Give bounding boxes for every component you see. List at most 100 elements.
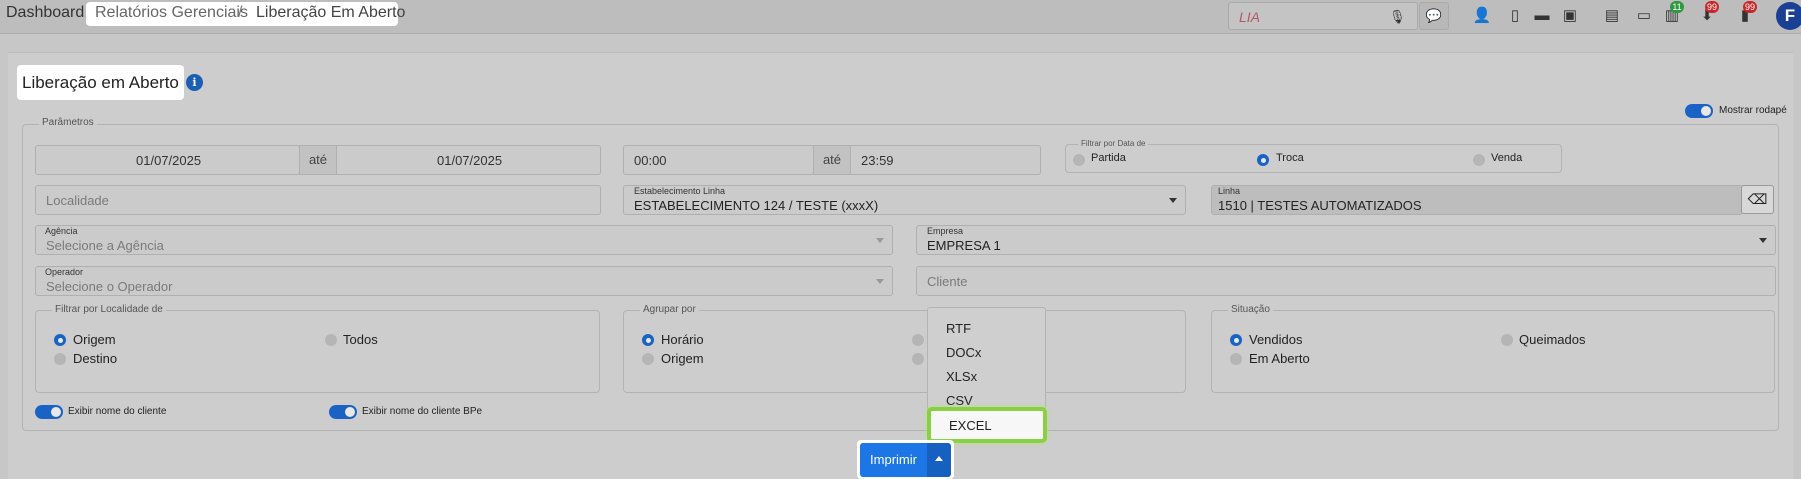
- export-docx[interactable]: DOCx: [946, 345, 981, 360]
- agrupar-group: [623, 310, 1186, 393]
- chevron-down-icon: [876, 238, 884, 243]
- radio-queimados[interactable]: [1501, 334, 1513, 346]
- radio-vendidos[interactable]: [1230, 334, 1242, 346]
- download-icon[interactable]: ⬇ 99: [1697, 1, 1720, 26]
- cliente-placeholder: Cliente: [927, 274, 968, 289]
- radio-venda[interactable]: [1473, 154, 1485, 166]
- radio-todos[interactable]: [325, 334, 337, 346]
- chevron-down-icon: [876, 279, 884, 284]
- agencia-placeholder: Selecione a Agência: [46, 238, 164, 253]
- export-csv[interactable]: CSV: [946, 393, 973, 408]
- time-sep: até: [813, 145, 851, 175]
- user-key-icon[interactable]: 👤: [1472, 6, 1492, 26]
- radio-origem[interactable]: [54, 334, 66, 346]
- page-title: Liberação em Aberto: [22, 73, 179, 92]
- radio-em-aberto[interactable]: [1230, 353, 1242, 365]
- radio-troca-label: Troca: [1276, 152, 1304, 164]
- export-excel-label: EXCEL: [949, 418, 992, 433]
- radio-todos-label: Todos: [343, 332, 378, 347]
- radio-agrupar-origem-label: Origem: [661, 351, 704, 366]
- date-end-value: 01/07/2025: [437, 153, 503, 168]
- print-button[interactable]: Imprimir: [860, 443, 927, 477]
- top-bar: Dashboard Relatórios Gerenciais / Libera…: [0, 0, 1801, 34]
- radio-destino[interactable]: [54, 353, 66, 365]
- localidade-placeholder: Localidade: [46, 193, 109, 208]
- estabelecimento-label: Estabelecimento Linha: [634, 186, 726, 196]
- ticket-icon[interactable]: ▬: [1532, 6, 1552, 26]
- toggle-cliente-bpe-label: Exibir nome do cliente BPe: [362, 406, 483, 417]
- save-icon[interactable]: ▣: [1560, 6, 1580, 26]
- mobile-icon[interactable]: ▯: [1505, 6, 1525, 26]
- toggle-cliente[interactable]: [35, 405, 63, 419]
- footer-toggle[interactable]: [1685, 104, 1713, 118]
- export-excel[interactable]: EXCEL: [927, 407, 1047, 443]
- agencia-label: Agência: [45, 226, 78, 236]
- estabelecimento-select[interactable]: Estabelecimento Linha ESTABELECIMENTO 12…: [623, 185, 1186, 215]
- time-end-value: 23:59: [861, 153, 894, 168]
- print-dropdown-toggle[interactable]: [927, 443, 951, 477]
- linha-value: 1510 | TESTES AUTOMATIZADOS: [1218, 198, 1422, 213]
- time-end-input[interactable]: 23:59: [850, 145, 1041, 175]
- breadcrumb-dashboard[interactable]: Dashboard: [6, 4, 84, 22]
- linha-field[interactable]: Linha 1510 | TESTES AUTOMATIZADOS: [1211, 185, 1743, 215]
- filtro-localidade-group: [35, 310, 600, 393]
- linha-label: Linha: [1218, 186, 1241, 196]
- avatar[interactable]: F: [1776, 2, 1801, 30]
- radio-em-aberto-label: Em Aberto: [1249, 351, 1310, 366]
- info-icon[interactable]: i: [186, 74, 203, 91]
- situacao-legend: Situação: [1228, 304, 1273, 315]
- document-badge: 99: [1743, 1, 1758, 13]
- microphone-icon[interactable]: 🎙: [1389, 9, 1406, 25]
- lia-placeholder: LIA: [1239, 9, 1261, 25]
- cash-icon[interactable]: ▥ 11: [1662, 1, 1684, 26]
- radio-horario[interactable]: [642, 334, 654, 346]
- empresa-select[interactable]: Empresa EMPRESA 1: [916, 225, 1776, 255]
- filter-date-group: [1065, 144, 1562, 173]
- radio-agrupar-origem[interactable]: [642, 353, 654, 365]
- lia-search-input[interactable]: LIA 🎙: [1228, 2, 1418, 30]
- chevron-down-icon: [1759, 238, 1767, 243]
- date-start-value: 01/07/2025: [136, 153, 202, 168]
- operador-select[interactable]: Operador Selecione o Operador: [35, 266, 893, 296]
- toggle-cliente-bpe[interactable]: [329, 405, 357, 419]
- radio-venda-label: Venda: [1491, 152, 1523, 164]
- empresa-value: EMPRESA 1: [927, 238, 1001, 253]
- date-end-input[interactable]: 01/07/2025: [336, 145, 601, 175]
- breadcrumb-relatorios[interactable]: Relatórios Gerenciais: [95, 4, 248, 22]
- empresa-label: Empresa: [927, 226, 964, 236]
- monitor-icon[interactable]: ▭: [1634, 6, 1654, 26]
- export-xlsx[interactable]: XLSx: [946, 369, 977, 384]
- breadcrumb-current: Liberação Em Aberto: [256, 4, 406, 21]
- radio-horario-label: Horário: [661, 332, 704, 347]
- params-legend: Parâmetros: [39, 117, 97, 128]
- radio-destino-label: Destino: [73, 351, 118, 366]
- radio-queimados-label: Queimados: [1519, 332, 1586, 347]
- cash-badge: 11: [1670, 1, 1684, 13]
- agrupar-legend: Agrupar por: [640, 304, 699, 315]
- radio-troca[interactable]: [1257, 154, 1269, 166]
- date-start-input[interactable]: 01/07/2025: [35, 145, 300, 175]
- radio-origem-label: Origem: [73, 332, 116, 347]
- document-icon[interactable]: ▮ 99: [1735, 1, 1758, 26]
- operador-placeholder: Selecione o Operador: [46, 279, 173, 294]
- export-rtf[interactable]: RTF: [946, 321, 971, 336]
- radio-partida-label: Partida: [1091, 152, 1126, 164]
- operador-label: Operador: [45, 267, 84, 277]
- cliente-input[interactable]: Cliente: [916, 266, 1776, 296]
- eraser-icon[interactable]: ⌫: [1741, 185, 1774, 214]
- date-sep: até: [299, 145, 337, 175]
- filter-date-legend: Filtrar por Data de: [1078, 139, 1149, 148]
- chevron-down-icon: [1169, 198, 1177, 203]
- agencia-select[interactable]: Agência Selecione a Agência: [35, 225, 893, 255]
- filtro-localidade-legend: Filtrar por Localidade de: [52, 304, 166, 315]
- time-start-value: 00:00: [634, 153, 667, 168]
- radio-agrupar-4[interactable]: [912, 353, 924, 365]
- radio-agrupar-3[interactable]: [912, 334, 924, 346]
- newspaper-icon[interactable]: ▤: [1602, 6, 1622, 26]
- radio-vendidos-label: Vendidos: [1249, 332, 1303, 347]
- footer-toggle-label: Mostrar rodapé: [1719, 105, 1787, 116]
- time-start-input[interactable]: 00:00: [623, 145, 814, 175]
- localidade-input[interactable]: Localidade: [35, 185, 601, 215]
- chat-icon[interactable]: 💬: [1419, 2, 1449, 30]
- radio-partida[interactable]: [1073, 154, 1085, 166]
